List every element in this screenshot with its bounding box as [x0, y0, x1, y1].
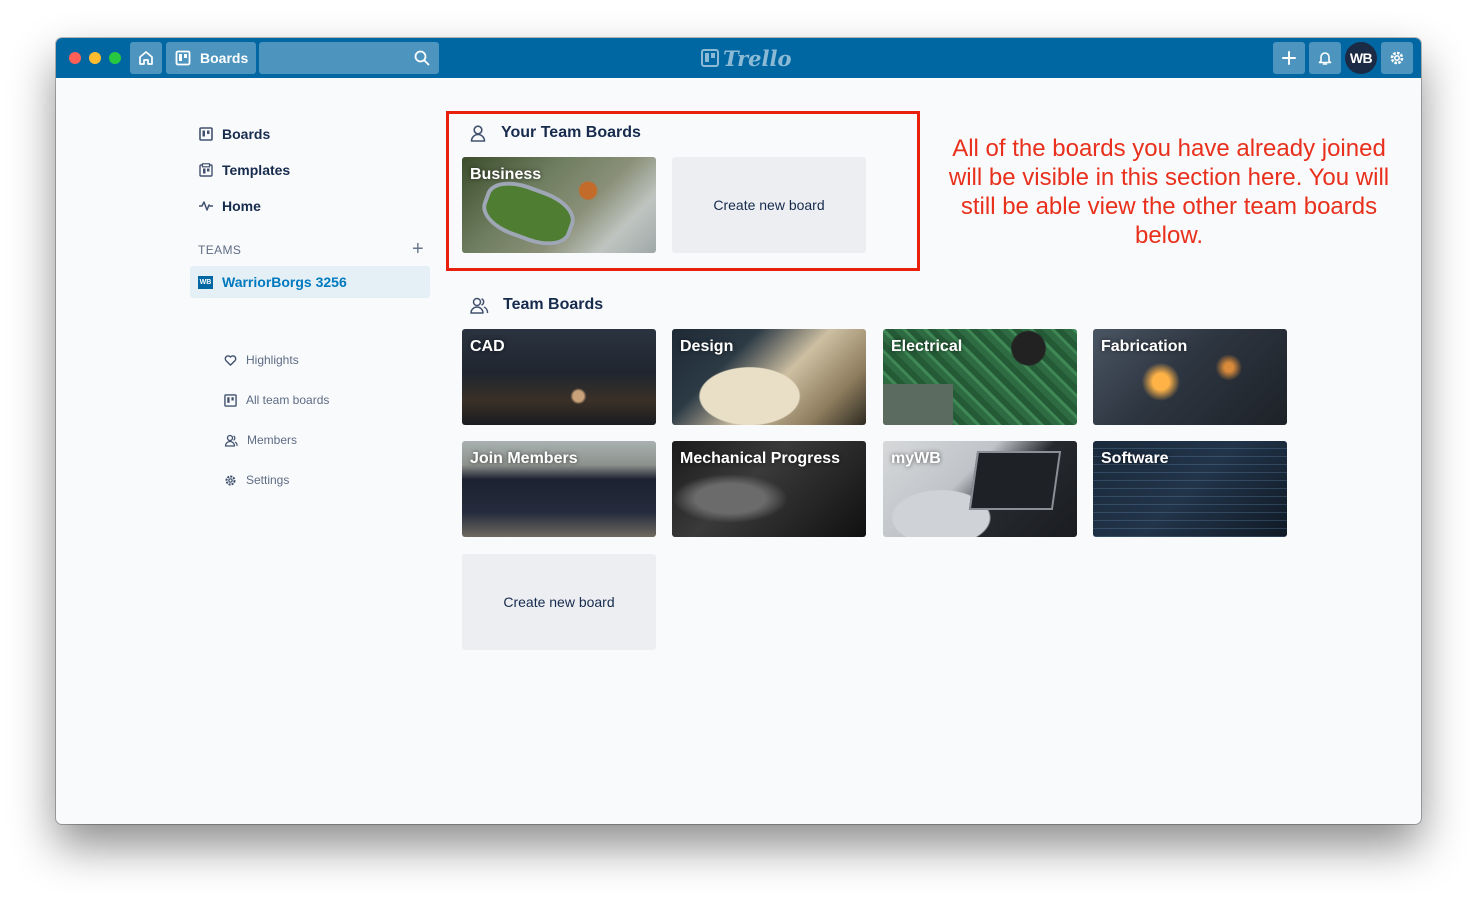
logo-text: Trello [723, 45, 792, 71]
board-icon [175, 50, 191, 66]
board-tile-title: Electrical [891, 338, 963, 355]
team-boards-heading: Team Boards [469, 296, 603, 314]
board-tile-design[interactable]: Design [672, 329, 866, 425]
trello-logo[interactable]: Trello [701, 45, 792, 71]
team-item-label: Settings [246, 473, 290, 487]
avatar[interactable]: WB [1345, 42, 1377, 74]
sidebar-item-templates[interactable]: Templates [190, 156, 430, 184]
team-item-highlights[interactable]: Highlights [224, 348, 299, 372]
create-team-board-button[interactable]: Create new board [462, 554, 656, 650]
board-tile-title: myWB [891, 450, 941, 467]
app-window: Boards Trello WB Boards Templates Home T… [56, 38, 1421, 824]
team-item-settings[interactable]: Settings [224, 468, 289, 492]
notifications-button[interactable] [1309, 42, 1341, 74]
sidebar-item-home[interactable]: Home [190, 192, 430, 220]
add-team-button[interactable]: + [412, 239, 424, 259]
home-icon [139, 51, 153, 65]
zoom-window-button[interactable] [109, 52, 121, 64]
board-icon [199, 127, 213, 141]
create-button[interactable] [1273, 42, 1305, 74]
team-item-label: Highlights [246, 353, 299, 367]
search-icon [414, 50, 430, 66]
boards-button[interactable]: Boards [166, 42, 256, 74]
boards-button-label: Boards [200, 50, 249, 66]
minimize-window-button[interactable] [89, 52, 101, 64]
board-tile-title: Business [470, 166, 542, 183]
board-tile-cad[interactable]: CAD [462, 329, 656, 425]
board-tile-title: CAD [470, 338, 505, 355]
annotation-text: All of the boards you have already joine… [948, 135, 1390, 249]
settings-button[interactable] [1381, 42, 1413, 74]
search-input[interactable] [259, 42, 439, 74]
board-tile-join-members[interactable]: Join Members [462, 441, 656, 537]
team-item-label: Members [247, 433, 298, 447]
heart-icon [224, 354, 237, 366]
activity-icon [199, 201, 213, 211]
board-icon [224, 393, 237, 407]
sidebar-item-team[interactable]: WB WarriorBorgs 3256 [190, 266, 430, 298]
gear-icon [225, 474, 236, 486]
team-item-members[interactable]: Members [224, 428, 297, 452]
close-window-button[interactable] [69, 52, 81, 64]
templates-icon [199, 163, 213, 177]
sidebar-item-boards[interactable]: Boards [190, 120, 430, 148]
team-logo: WB [198, 275, 213, 289]
board-tile-software[interactable]: Software [1093, 441, 1287, 537]
sidebar-item-label: Home [222, 198, 261, 214]
board-tile-fabrication[interactable]: Fabrication [1093, 329, 1287, 425]
board-tile-mechanical-progress[interactable]: Mechanical Progress [672, 441, 866, 537]
team-item-label: All team boards [246, 393, 330, 407]
gear-icon [1390, 51, 1404, 65]
board-tile-electrical[interactable]: Electrical [883, 329, 1077, 425]
team-name: WarriorBorgs 3256 [222, 274, 347, 290]
board-tile-title: Software [1101, 450, 1169, 467]
board-tile-title: Fabrication [1101, 338, 1188, 355]
members-icon [470, 297, 489, 314]
bell-icon [1318, 52, 1332, 65]
top-bar: Boards Trello WB [56, 38, 1421, 78]
board-tile-title: Mechanical Progress [680, 450, 841, 467]
plus-icon [1282, 51, 1296, 65]
trello-logo-icon [701, 49, 719, 67]
home-button[interactable] [130, 42, 162, 74]
section-title: Team Boards [503, 296, 604, 313]
board-tile-title: Design [680, 338, 734, 355]
create-board-label: Create new board [503, 594, 615, 610]
board-tile-title: Join Members [470, 450, 578, 467]
members-icon [224, 434, 238, 447]
sidebar-item-label: Templates [222, 162, 291, 178]
board-tile-mywb[interactable]: myWB [883, 441, 1077, 537]
sidebar-item-label: Boards [222, 126, 271, 142]
teams-header: TEAMS [198, 243, 242, 257]
highlight-box [446, 111, 920, 271]
team-item-all-boards[interactable]: All team boards [224, 388, 329, 412]
